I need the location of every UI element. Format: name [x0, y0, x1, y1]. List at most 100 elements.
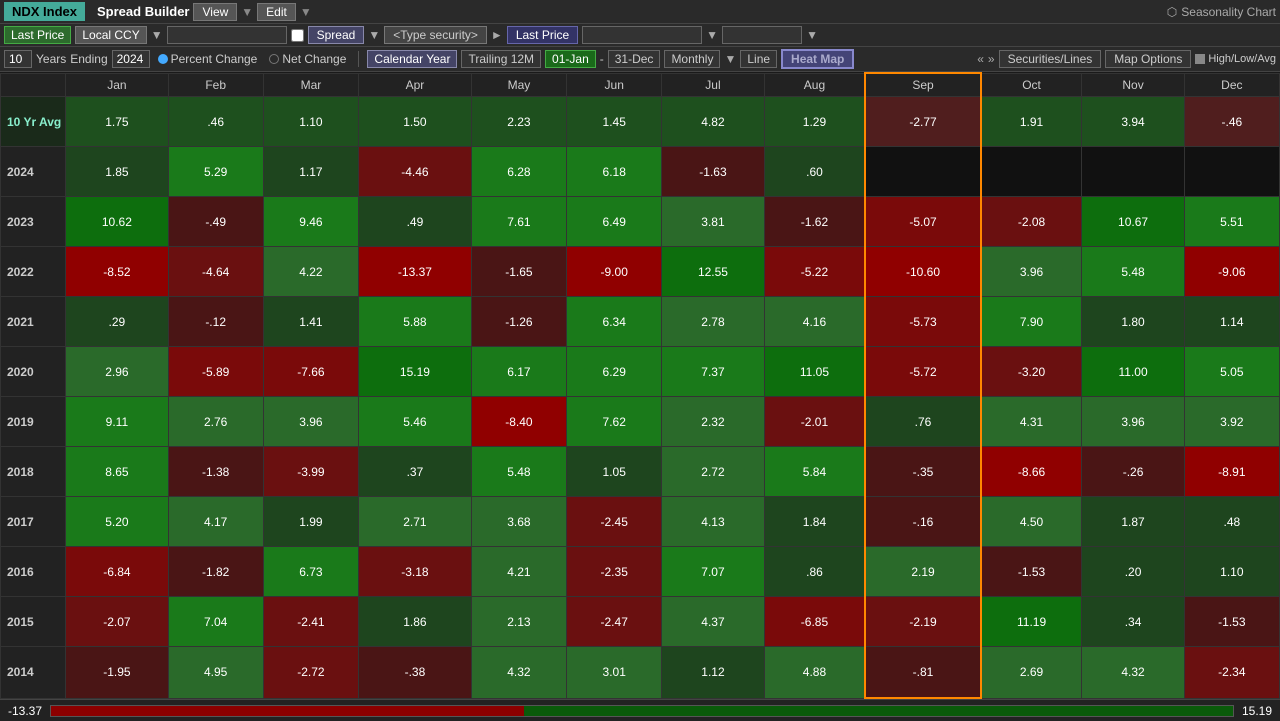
- table-cell[interactable]: 2.32: [662, 397, 764, 447]
- table-cell[interactable]: -.16: [865, 497, 980, 547]
- table-cell[interactable]: 2.96: [66, 347, 168, 397]
- table-cell[interactable]: -5.89: [168, 347, 263, 397]
- table-cell[interactable]: -1.65: [471, 247, 566, 297]
- table-cell[interactable]: -2.35: [567, 547, 662, 597]
- table-cell[interactable]: 6.73: [263, 547, 358, 597]
- radio-percent[interactable]: [158, 54, 168, 64]
- table-cell[interactable]: 6.49: [567, 197, 662, 247]
- table-cell[interactable]: 3.92: [1184, 397, 1279, 447]
- table-cell[interactable]: -10.60: [865, 247, 980, 297]
- table-cell[interactable]: 1.50: [359, 97, 472, 147]
- table-cell[interactable]: -2.34: [1184, 647, 1279, 699]
- table-cell[interactable]: 1.10: [1184, 547, 1279, 597]
- calendar-year-button[interactable]: Calendar Year: [367, 50, 457, 68]
- end-date-button[interactable]: 31-Dec: [608, 50, 661, 68]
- table-cell[interactable]: 5.51: [1184, 197, 1279, 247]
- table-cell[interactable]: 1.85: [66, 147, 168, 197]
- table-cell[interactable]: -1.95: [66, 647, 168, 699]
- table-cell[interactable]: .37: [359, 447, 472, 497]
- table-cell[interactable]: 1.86: [359, 597, 472, 647]
- table-cell[interactable]: -2.41: [263, 597, 358, 647]
- year-input[interactable]: [112, 50, 150, 68]
- table-cell[interactable]: 7.61: [471, 197, 566, 247]
- table-cell[interactable]: 9.46: [263, 197, 358, 247]
- table-cell[interactable]: 2.19: [865, 547, 980, 597]
- table-cell[interactable]: 1.99: [263, 497, 358, 547]
- table-cell[interactable]: 4.31: [981, 397, 1082, 447]
- table-cell[interactable]: 2.71: [359, 497, 472, 547]
- table-cell[interactable]: -5.22: [764, 247, 865, 297]
- table-cell[interactable]: 7.37: [662, 347, 764, 397]
- table-cell[interactable]: 1.45: [567, 97, 662, 147]
- table-cell[interactable]: 11.05: [764, 347, 865, 397]
- security-input1[interactable]: [167, 26, 287, 44]
- table-cell[interactable]: 4.13: [662, 497, 764, 547]
- table-cell[interactable]: .20: [1082, 547, 1184, 597]
- table-cell[interactable]: 4.37: [662, 597, 764, 647]
- table-cell[interactable]: -.12: [168, 297, 263, 347]
- table-cell[interactable]: -1.53: [981, 547, 1082, 597]
- table-cell[interactable]: 5.05: [1184, 347, 1279, 397]
- table-cell[interactable]: 2.76: [168, 397, 263, 447]
- table-cell[interactable]: 5.46: [359, 397, 472, 447]
- table-cell[interactable]: 4.17: [168, 497, 263, 547]
- trailing-12m-button[interactable]: Trailing 12M: [461, 50, 541, 68]
- table-cell[interactable]: 12.55: [662, 247, 764, 297]
- table-cell[interactable]: -8.52: [66, 247, 168, 297]
- table-cell[interactable]: -4.46: [359, 147, 472, 197]
- table-cell[interactable]: -2.72: [263, 647, 358, 699]
- years-input[interactable]: [4, 50, 32, 68]
- table-cell[interactable]: 1.17: [263, 147, 358, 197]
- radio-net[interactable]: [269, 54, 279, 64]
- price-input[interactable]: [582, 26, 702, 44]
- start-date-button[interactable]: 01-Jan: [545, 50, 596, 68]
- table-cell[interactable]: -1.26: [471, 297, 566, 347]
- heatmap-button[interactable]: Heat Map: [781, 49, 854, 69]
- table-cell[interactable]: 1.91: [981, 97, 1082, 147]
- table-cell[interactable]: [865, 147, 980, 197]
- table-cell[interactable]: -3.18: [359, 547, 472, 597]
- table-cell[interactable]: .29: [66, 297, 168, 347]
- table-cell[interactable]: 1.75: [66, 97, 168, 147]
- table-cell[interactable]: 15.19: [359, 347, 472, 397]
- edit-button[interactable]: Edit: [257, 3, 296, 21]
- table-cell[interactable]: .60: [764, 147, 865, 197]
- table-cell[interactable]: -13.37: [359, 247, 472, 297]
- table-cell[interactable]: -5.73: [865, 297, 980, 347]
- table-cell[interactable]: 4.95: [168, 647, 263, 699]
- table-cell[interactable]: 1.87: [1082, 497, 1184, 547]
- table-cell[interactable]: 6.18: [567, 147, 662, 197]
- map-options-button[interactable]: Map Options: [1105, 50, 1191, 68]
- table-cell[interactable]: -.38: [359, 647, 472, 699]
- table-cell[interactable]: 4.88: [764, 647, 865, 699]
- table-cell[interactable]: -5.07: [865, 197, 980, 247]
- table-cell[interactable]: 3.01: [567, 647, 662, 699]
- table-cell[interactable]: 2.69: [981, 647, 1082, 699]
- table-cell[interactable]: 6.29: [567, 347, 662, 397]
- table-cell[interactable]: 2.72: [662, 447, 764, 497]
- table-cell[interactable]: -1.62: [764, 197, 865, 247]
- table-cell[interactable]: -1.63: [662, 147, 764, 197]
- table-cell[interactable]: -6.84: [66, 547, 168, 597]
- table-cell[interactable]: -6.85: [764, 597, 865, 647]
- table-cell[interactable]: 10.62: [66, 197, 168, 247]
- table-cell[interactable]: 1.29: [764, 97, 865, 147]
- table-cell[interactable]: 5.84: [764, 447, 865, 497]
- line-button[interactable]: Line: [740, 50, 777, 68]
- table-cell[interactable]: -3.20: [981, 347, 1082, 397]
- table-cell[interactable]: 3.96: [1082, 397, 1184, 447]
- table-cell[interactable]: -7.66: [263, 347, 358, 397]
- table-cell[interactable]: -.35: [865, 447, 980, 497]
- value-input[interactable]: [722, 26, 802, 44]
- table-cell[interactable]: -.49: [168, 197, 263, 247]
- table-cell[interactable]: -.81: [865, 647, 980, 699]
- table-cell[interactable]: 3.68: [471, 497, 566, 547]
- table-cell[interactable]: 6.28: [471, 147, 566, 197]
- spread-builder-label[interactable]: Spread Builder: [97, 4, 189, 19]
- nav-right-icon[interactable]: »: [988, 52, 995, 66]
- table-cell[interactable]: 4.22: [263, 247, 358, 297]
- table-cell[interactable]: 1.12: [662, 647, 764, 699]
- table-cell[interactable]: 5.48: [1082, 247, 1184, 297]
- table-cell[interactable]: 9.11: [66, 397, 168, 447]
- table-cell[interactable]: 6.34: [567, 297, 662, 347]
